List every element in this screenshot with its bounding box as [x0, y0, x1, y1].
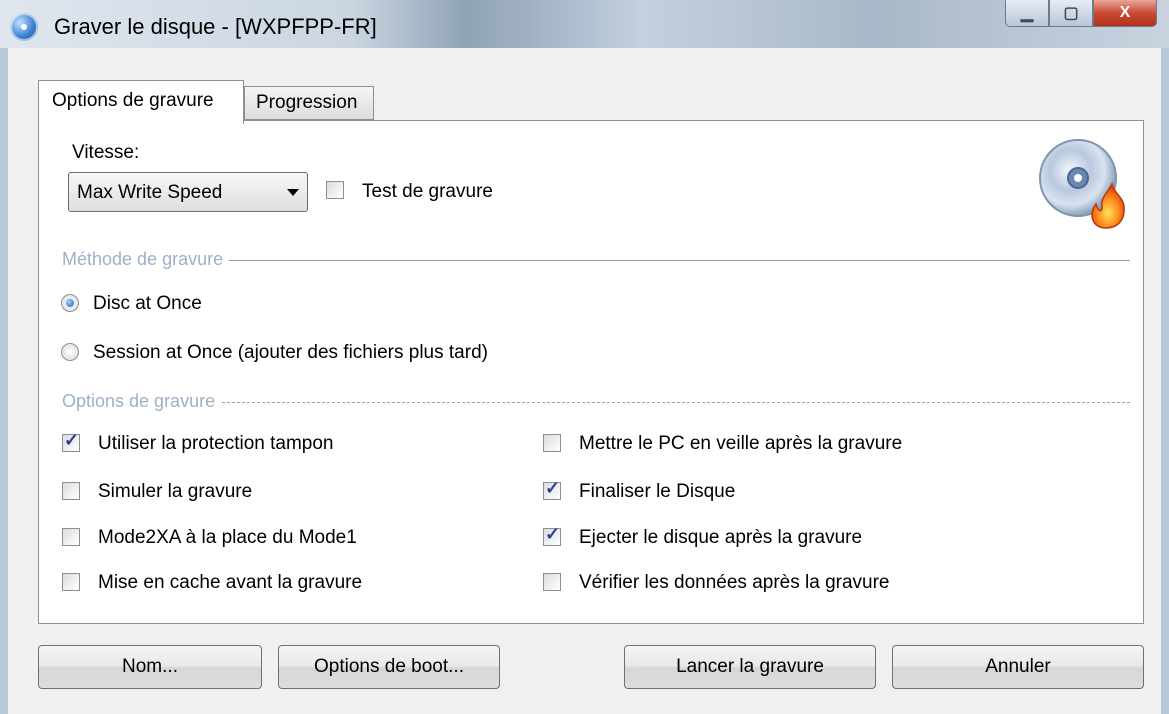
start-burn-button[interactable]: Lancer la gravure — [624, 645, 876, 689]
buffer-protection-label: Utiliser la protection tampon — [98, 433, 334, 454]
session-at-once-radio[interactable] — [61, 343, 79, 361]
title-bar: Graver le disque - [WXPFPP-FR] ▁ ▢ X — [0, 0, 1169, 48]
finalize-disc-checkbox[interactable] — [543, 478, 561, 500]
finalize-disc-label: Finaliser le Disque — [579, 481, 736, 502]
tab-progression[interactable]: Progression — [244, 86, 374, 120]
mode2xa-checkbox[interactable] — [62, 528, 80, 546]
window-controls: ▁ ▢ X — [1005, 0, 1157, 28]
cache-before-burn-checkbox[interactable] — [62, 573, 80, 591]
options-group-title: Options de gravure — [62, 391, 222, 412]
speed-select[interactable]: Max Write Speed — [68, 172, 308, 212]
buffer-protection-checkbox[interactable] — [62, 430, 80, 452]
maximize-icon[interactable]: ▢ — [1049, 0, 1093, 27]
eject-after-burn-checkbox[interactable] — [543, 524, 561, 546]
eject-after-burn-label: Ejecter le disque après la gravure — [579, 527, 863, 548]
close-icon[interactable]: X — [1093, 0, 1157, 27]
verify-data-checkbox[interactable] — [543, 573, 561, 591]
window-title: Graver le disque - [WXPFPP-FR] — [54, 14, 377, 39]
sleep-after-burn-checkbox[interactable] — [543, 434, 561, 452]
burn-app-icon — [10, 13, 38, 41]
test-burn-label: Test de gravure — [362, 181, 493, 202]
sleep-after-burn-label: Mettre le PC en veille après la gravure — [579, 433, 903, 454]
disc-at-once-radio[interactable] — [61, 294, 79, 312]
session-at-once-label: Session at Once (ajouter des fichiers pl… — [93, 342, 488, 363]
minimize-icon[interactable]: ▁ — [1005, 0, 1049, 27]
simulate-burn-label: Simuler la gravure — [98, 481, 253, 502]
test-burn-checkbox[interactable] — [326, 181, 344, 199]
disc-burn-icon — [1039, 139, 1125, 229]
cache-before-burn-label: Mise en cache avant la gravure — [98, 572, 363, 593]
boot-options-button[interactable]: Options de boot... — [278, 645, 500, 689]
mode2xa-label: Mode2XA à la place du Mode1 — [98, 527, 357, 548]
verify-data-label: Vérifier les données après la gravure — [579, 572, 890, 593]
speed-select-value: Max Write Speed — [77, 182, 223, 203]
speed-label: Vitesse: — [72, 142, 140, 163]
tab-options-de-gravure[interactable]: Options de gravure — [38, 80, 244, 124]
name-button[interactable]: Nom... — [38, 645, 262, 689]
method-group-title: Méthode de gravure — [62, 249, 230, 270]
cancel-button[interactable]: Annuler — [892, 645, 1144, 689]
disc-at-once-label: Disc at Once — [93, 293, 202, 314]
options-group-rule — [62, 402, 1130, 403]
simulate-burn-checkbox[interactable] — [62, 482, 80, 500]
chevron-down-icon — [287, 189, 299, 196]
